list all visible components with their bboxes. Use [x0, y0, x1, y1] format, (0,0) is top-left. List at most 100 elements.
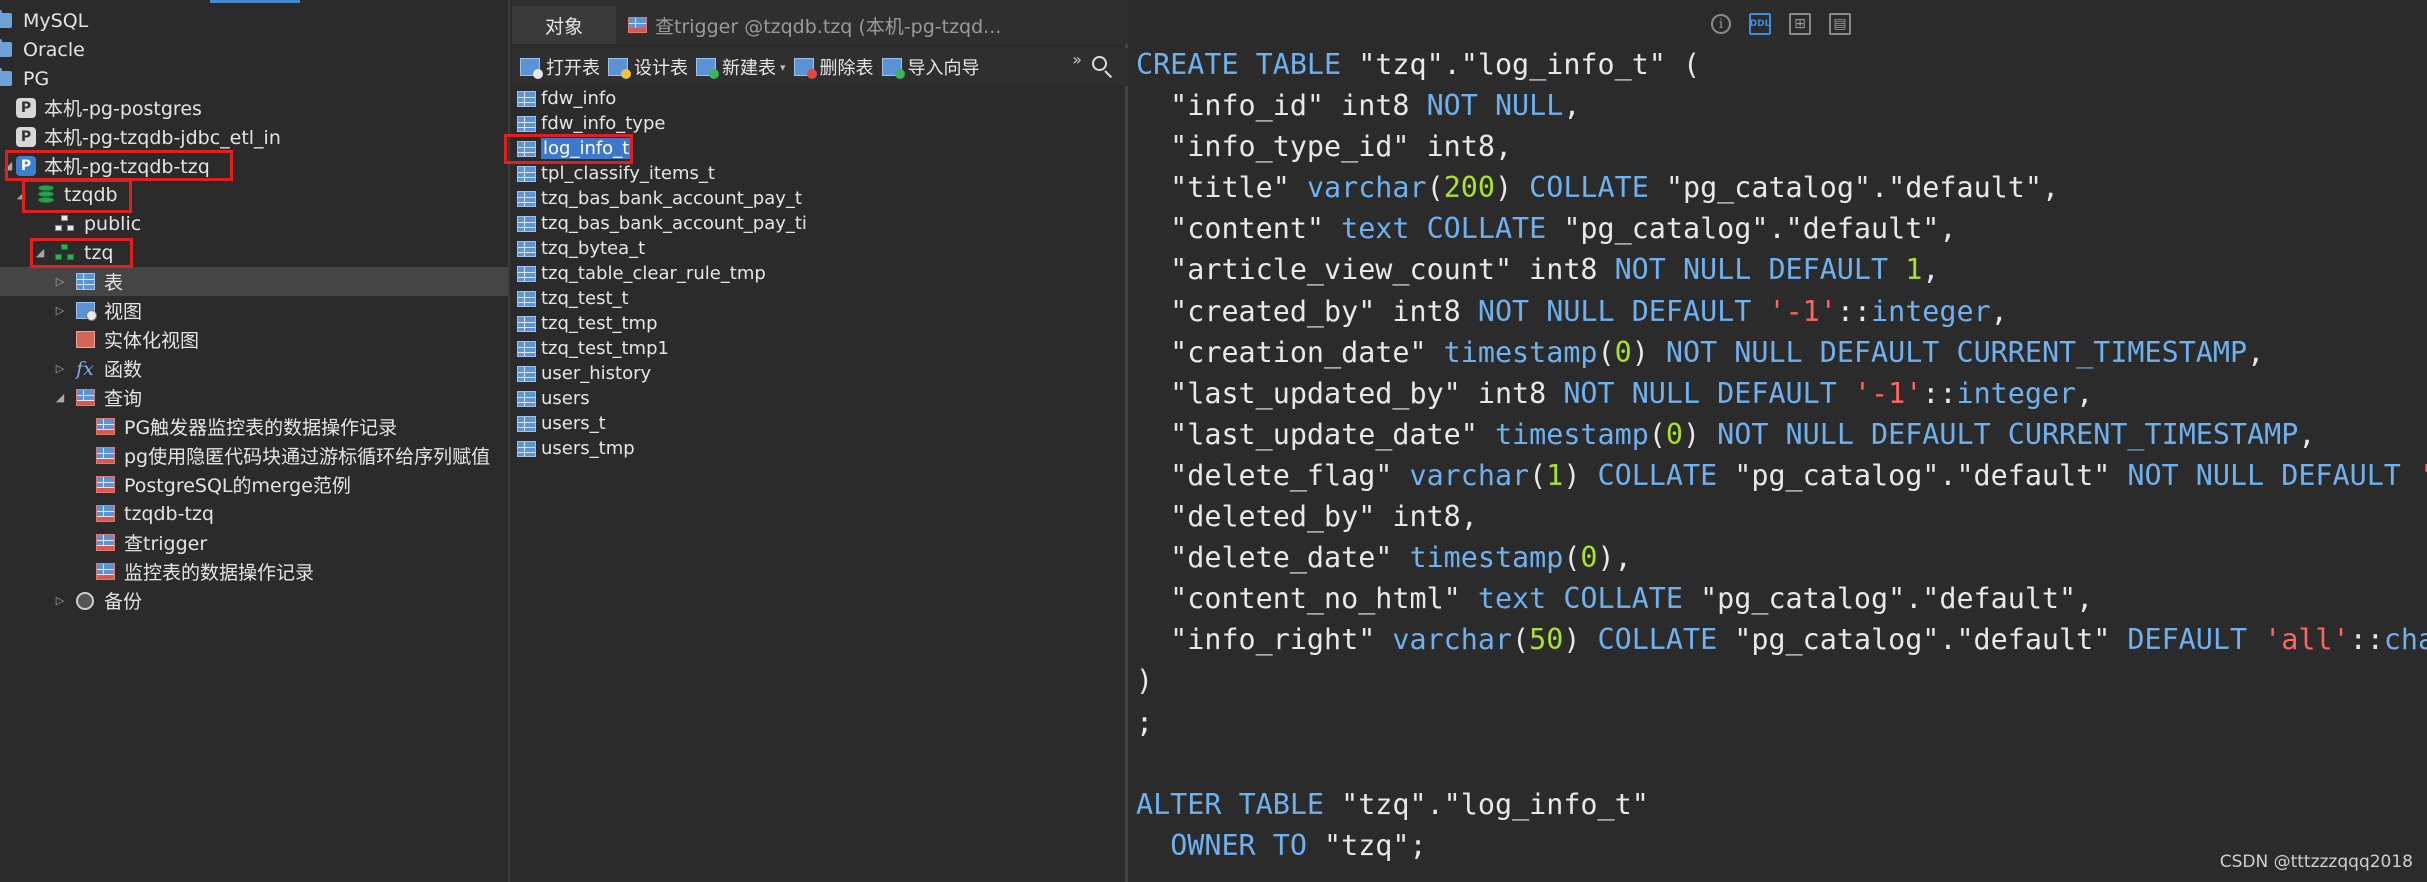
table-list-item[interactable]: tzq_bas_bank_account_pay_ti [517, 211, 807, 236]
table-list-item-label: user_history [541, 363, 652, 384]
tree-item-views[interactable]: ▷ 视图 [0, 296, 508, 325]
table-list-item-label: tzq_test_tmp [541, 313, 658, 334]
tree-item-query-3[interactable]: PostgreSQL的merge范例 [0, 470, 508, 499]
table-icon [74, 271, 96, 293]
table-list-item[interactable]: tzq_test_tmp [517, 311, 658, 336]
ddl-code: CREATE TABLE "tzq"."log_info_t" ( "info_… [1136, 48, 2427, 862]
table-list-item-label: users_t [541, 413, 606, 434]
tree-item-schema-public[interactable]: public [0, 209, 508, 238]
table-list-item[interactable]: tzq_test_tmp1 [517, 336, 669, 361]
open-table-icon [520, 58, 543, 79]
table-icon [517, 240, 536, 257]
table-icon [517, 440, 536, 457]
table-list-item[interactable]: fdw_info [517, 86, 616, 111]
tree-item-pg[interactable]: PG [0, 64, 508, 93]
table-list-item[interactable]: tzq_test_t [517, 286, 629, 311]
collapse-arrow-icon[interactable]: ▷ [54, 362, 66, 375]
tree-item-query-2[interactable]: pg使用隐匿代码块通过游标循环给序列赋值 [0, 441, 508, 470]
tree-item-backups[interactable]: ▷ 备份 [0, 586, 508, 615]
tree-scroll-indicator [210, 0, 300, 3]
navigation-tree: MySQL Oracle PG P 本机-pg-postgres P 本机-pg… [0, 0, 510, 882]
new-table-icon [696, 58, 719, 79]
tree-item-mysql[interactable]: MySQL [0, 6, 508, 35]
table-icon [517, 165, 536, 182]
table-list-item[interactable]: user_history [517, 361, 651, 386]
postgres-connection-icon: P [15, 97, 37, 119]
table-list-item[interactable]: tzq_table_clear_rule_tmp [517, 261, 766, 286]
ddl-toolbar: i DDL ⊞ ▤ [1711, 12, 1869, 36]
table-list-item[interactable]: users_tmp [517, 436, 635, 461]
tree-item-materialized-views[interactable]: 实体化视图 [0, 325, 508, 354]
table-icon [517, 290, 536, 307]
table-icon [517, 115, 536, 132]
search-icon[interactable] [1090, 54, 1116, 80]
dropdown-caret-icon[interactable]: ▾ [780, 61, 786, 74]
tree-item-queries[interactable]: ◢ 查询 [0, 383, 508, 412]
tree-item-conn-jdbc-etl[interactable]: P 本机-pg-tzqdb-jdbc_etl_in [0, 122, 508, 151]
table-icon [517, 390, 536, 407]
tab-query-trigger-label: 查trigger @tzqdb.tzq (本机-pg-tzqd... [655, 15, 1002, 38]
query-item-icon [94, 503, 116, 525]
view-icon [74, 300, 97, 322]
materialized-view-icon [74, 329, 96, 351]
er-diagram-icon[interactable]: ⊞ [1789, 13, 1811, 35]
table-icon [517, 415, 536, 432]
query-tab-icon [628, 17, 647, 33]
table-icon [517, 340, 536, 357]
table-list-item[interactable]: users [517, 386, 590, 411]
tree-item-tables[interactable]: ▷ 表 [0, 267, 508, 296]
backup-icon [74, 590, 96, 612]
tab-query-trigger[interactable]: 查trigger @tzqdb.tzq (本机-pg-tzqd... [616, 6, 1096, 44]
delete-table-button[interactable]: 删除表 [793, 54, 874, 80]
tree-item-query-6[interactable]: 监控表的数据操作记录 [0, 557, 508, 586]
annotation-box-database [22, 179, 132, 213]
table-list-item-label: users_tmp [541, 438, 635, 459]
info-icon[interactable]: i [1711, 14, 1731, 34]
table-list-item-label: tpl_classify_items_t [541, 163, 715, 184]
import-wizard-icon [881, 58, 905, 79]
schema-icon [54, 213, 76, 235]
table-list-item[interactable]: tpl_classify_items_t [517, 161, 715, 186]
tab-objects[interactable]: 对象 [512, 6, 616, 44]
tree-item-conn-postgres[interactable]: P 本机-pg-postgres [0, 93, 508, 122]
folder-icon [0, 68, 14, 90]
ddl-icon[interactable]: DDL [1749, 13, 1771, 35]
table-list-item-label: tzq_bas_bank_account_pay_t [541, 188, 802, 209]
collapse-arrow-icon[interactable]: ▷ [54, 304, 66, 317]
tree-item-query-1[interactable]: PG触发器监控表的数据操作记录 [0, 412, 508, 441]
toolbar-overflow-button[interactable]: » [1072, 50, 1082, 69]
object-toolbar: 打开表 设计表 新建表 ▾ 删除表 导入向导 » [512, 48, 1128, 86]
table-list-item-label: users [541, 388, 590, 409]
table-list-item-label: tzq_test_t [541, 288, 629, 309]
query-item-icon [94, 474, 116, 496]
import-wizard-button[interactable]: 导入向导 [881, 54, 980, 80]
table-icon [517, 215, 536, 232]
design-table-button[interactable]: 设计表 [608, 54, 688, 80]
query-item-icon [94, 561, 116, 583]
layout-icon[interactable]: ▤ [1829, 13, 1851, 35]
table-list-item-label: tzq_test_tmp1 [541, 338, 669, 359]
table-list-item[interactable]: tzq_bas_bank_account_pay_t [517, 186, 802, 211]
table-icon [517, 265, 536, 282]
ddl-panel: i DDL ⊞ ▤ CREATE TABLE "tzq"."log_info_t… [1131, 0, 2427, 882]
tree-item-query-4[interactable]: tzqdb-tzq [0, 499, 508, 528]
table-list-item[interactable]: users_t [517, 411, 606, 436]
collapse-arrow-icon[interactable]: ▷ [54, 594, 66, 607]
query-item-icon [94, 445, 116, 467]
tree-item-query-5[interactable]: 查trigger [0, 528, 508, 557]
tree-item-functions[interactable]: ▷ fx 函数 [0, 354, 508, 383]
collapse-arrow-icon[interactable]: ▷ [54, 275, 66, 288]
open-table-button[interactable]: 打开表 [520, 54, 600, 80]
tree-item-oracle[interactable]: Oracle [0, 35, 508, 64]
table-list-item[interactable]: fdw_info_type [517, 111, 665, 136]
query-item-icon [94, 416, 116, 438]
new-table-button[interactable]: 新建表 ▾ [696, 54, 786, 80]
table-list-item-label: tzq_bas_bank_account_pay_ti [541, 213, 807, 234]
table-list-item-label: fdw_info_type [541, 113, 666, 134]
table-list-item-label: fdw_info [541, 88, 617, 109]
postgres-connection-icon: P [15, 126, 37, 148]
expand-arrow-icon[interactable]: ◢ [54, 391, 66, 404]
table-icon [517, 190, 536, 207]
delete-table-icon [793, 58, 817, 79]
table-list-item[interactable]: tzq_bytea_t [517, 236, 645, 261]
